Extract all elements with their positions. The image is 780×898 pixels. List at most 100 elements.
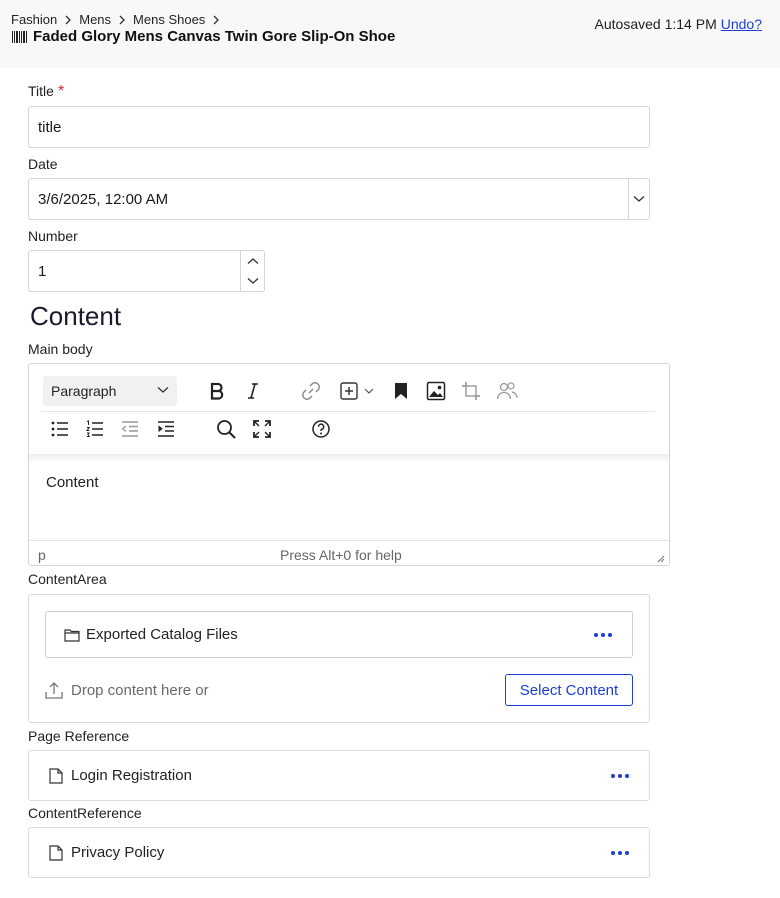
page-title: Faded Glory Mens Canvas Twin Gore Slip-O… [11, 28, 395, 45]
content-reference-item-label: Privacy Policy [71, 844, 165, 861]
fullscreen-icon [253, 420, 271, 438]
help-icon [312, 420, 330, 438]
title-input-value: title [38, 118, 62, 136]
chevron-down-icon [247, 278, 258, 284]
upload-icon [45, 681, 63, 699]
insert-button[interactable] [337, 379, 361, 403]
toolbar-shadow [29, 454, 669, 462]
date-label: Date [28, 156, 58, 172]
chevron-down-icon [157, 387, 169, 393]
undo-link[interactable]: Undo? [721, 16, 762, 32]
element-path[interactable]: p [38, 547, 46, 563]
content-section-heading: Content [30, 301, 122, 331]
outdent-icon [121, 421, 138, 437]
main-body-label: Main body [28, 341, 93, 357]
page-title-text: Faded Glory Mens Canvas Twin Gore Slip-O… [33, 28, 396, 45]
page-reference-item-label: Login Registration [71, 767, 192, 784]
content-area-box: Exported Catalog Files Drop content here… [28, 594, 650, 723]
autosave-status: Autosaved 1:14 PM Undo? [595, 16, 762, 32]
content-reference-box[interactable]: Privacy Policy [28, 827, 650, 878]
content-area-label: ContentArea [28, 571, 107, 587]
link-button[interactable] [299, 379, 323, 403]
insert-image-button[interactable] [424, 379, 448, 403]
image-icon [426, 381, 446, 401]
indent-button[interactable] [154, 417, 178, 441]
help-button[interactable] [309, 417, 333, 441]
more-options-button[interactable] [594, 632, 612, 637]
content-reference-item: Privacy Policy [29, 828, 649, 877]
content-reference-label: ContentReference [28, 805, 142, 821]
users-icon [496, 382, 518, 400]
outdent-button[interactable] [118, 417, 142, 441]
chevron-right-icon [65, 15, 72, 24]
date-dropdown-toggle[interactable] [628, 179, 649, 219]
date-value: 3/6/2025, 12:00 AM [38, 190, 169, 208]
bookmark-icon [395, 383, 407, 399]
crop-button[interactable] [459, 379, 483, 403]
more-options-button[interactable] [611, 773, 629, 778]
content-area-item-label: Exported Catalog Files [86, 626, 238, 643]
italic-button[interactable] [241, 379, 265, 403]
page-reference-label: Page Reference [28, 728, 130, 744]
number-spinner [240, 251, 264, 291]
number-stepper[interactable]: 1 [28, 250, 265, 292]
drop-zone[interactable]: Drop content here or [45, 681, 209, 699]
date-picker[interactable]: 3/6/2025, 12:00 AM [28, 178, 650, 220]
bold-icon [210, 382, 224, 400]
help-hint: Press Alt+0 for help [280, 547, 402, 563]
content-area-item[interactable]: Exported Catalog Files [45, 611, 633, 658]
number-value: 1 [38, 262, 47, 280]
title-input[interactable]: title [28, 106, 650, 148]
personalization-button[interactable] [495, 379, 519, 403]
folder-icon [64, 628, 80, 642]
bullet-list-button[interactable] [48, 417, 72, 441]
breadcrumb-item-fashion[interactable]: Fashion [11, 12, 57, 27]
number-label: Number [28, 228, 78, 244]
barcode-icon [12, 30, 27, 43]
breadcrumb: Fashion Mens Mens Shoes [11, 12, 227, 27]
chevron-down-icon [364, 388, 374, 394]
insert-dropdown-button[interactable] [361, 379, 377, 403]
page-reference-box[interactable]: Login Registration [28, 750, 650, 801]
link-icon [302, 382, 320, 400]
breadcrumb-item-mens-shoes[interactable]: Mens Shoes [133, 12, 205, 27]
more-options-button[interactable] [611, 850, 629, 855]
search-button[interactable] [214, 417, 238, 441]
chevron-down-icon [633, 196, 645, 202]
page-icon [49, 844, 63, 861]
search-icon [217, 420, 236, 439]
block-format-value: Paragraph [51, 383, 117, 399]
editor-body[interactable]: Content [46, 474, 99, 491]
numbered-list-button[interactable] [83, 417, 107, 441]
drop-zone-text: Drop content here or [71, 681, 209, 699]
rich-text-editor: Paragraph Content p Press Alt+0 for help [28, 363, 670, 566]
block-format-select[interactable]: Paragraph [43, 376, 177, 406]
required-marker: * [57, 83, 65, 100]
numbered-list-icon [86, 420, 103, 437]
select-content-button[interactable]: Select Content [505, 674, 633, 706]
page-icon [49, 767, 63, 784]
title-label-text: Title [28, 83, 54, 99]
crop-icon [462, 382, 480, 400]
title-label: Title * [28, 83, 64, 101]
editor-toolbar-row-1: Paragraph [41, 368, 655, 412]
editor-toolbar-row-2 [41, 412, 655, 456]
fullscreen-button[interactable] [250, 417, 274, 441]
editor-status-bar: p Press Alt+0 for help [29, 540, 669, 566]
page-reference-item: Login Registration [29, 751, 649, 800]
page-header: Fashion Mens Mens Shoes Faded Glory Mens… [0, 0, 780, 68]
autosave-text: Autosaved 1:14 PM [594, 16, 717, 32]
chevron-right-icon [213, 15, 220, 24]
breadcrumb-item-mens[interactable]: Mens [79, 12, 111, 27]
increment-button[interactable] [241, 251, 264, 271]
resize-handle-icon[interactable] [655, 553, 665, 563]
decrement-button[interactable] [241, 271, 264, 291]
chevron-right-icon [119, 15, 125, 24]
chevron-up-icon [247, 258, 258, 264]
bookmark-button[interactable] [389, 379, 413, 403]
bullet-list-icon [51, 421, 68, 437]
indent-icon [158, 421, 174, 437]
plus-box-icon [340, 382, 358, 400]
italic-icon [248, 383, 258, 399]
bold-button[interactable] [205, 379, 229, 403]
